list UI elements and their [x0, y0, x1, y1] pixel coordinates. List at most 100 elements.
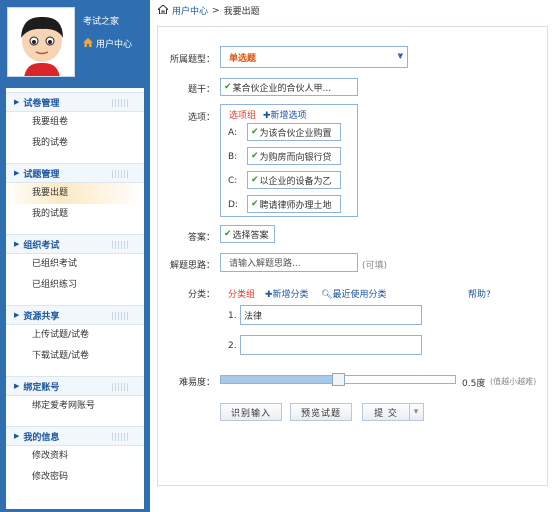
- analysis-placeholder: 请输入解题思路...: [229, 259, 301, 269]
- option-text: 以企业的设备为乙: [259, 176, 332, 187]
- grip-icon: [112, 383, 130, 391]
- category-box: 分类组 ✚新增分类 🔍︎最近使用分类 帮助? 1. 法律 2.: [220, 283, 500, 361]
- menu-section-share: ▶ 资源共享 上传试题/试卷 下载试题/试卷: [6, 305, 144, 367]
- menu-head[interactable]: ▶ 绑定账号: [6, 376, 144, 396]
- menu-head-label: 绑定账号: [23, 382, 60, 393]
- answer-label: 答案：: [187, 233, 215, 243]
- sidebar-item-compose-paper[interactable]: 我要组卷: [6, 112, 144, 133]
- answer-value: 选择答案: [232, 230, 269, 241]
- sidebar-item-bind-account[interactable]: 绑定爱考网账号: [6, 396, 144, 417]
- arrow-right-icon: ▶: [14, 98, 20, 106]
- sidebar-item-download[interactable]: 下载试题/试卷: [6, 346, 144, 367]
- help-link[interactable]: 帮助?: [468, 287, 491, 300]
- difficulty-slider-thumb[interactable]: [332, 373, 345, 386]
- profile-panel: 考试之家 用户中心: [0, 0, 150, 88]
- breadcrumb-current: 我要出题: [223, 7, 260, 17]
- option-letter: B:: [228, 152, 238, 162]
- difficulty-label: 难易度：: [178, 378, 215, 388]
- menu-head-label: 我的信息: [23, 432, 60, 443]
- stem-value: 某合伙企业的合伙人甲...: [232, 83, 332, 94]
- difficulty-slider[interactable]: [220, 373, 456, 386]
- user-center-link[interactable]: 用户中心: [83, 37, 132, 50]
- home-icon: [83, 37, 93, 50]
- options-box: 选项组 ✚新增选项 A: ✔ 为该合伙企业购置 B: ✔ 为购房而向银行贷 C: ✔…: [220, 104, 358, 217]
- breadcrumb-separator: >: [212, 5, 220, 16]
- add-category-label: 新增分类: [272, 290, 309, 300]
- type-select[interactable]: 单选题 ⩔: [220, 46, 408, 68]
- category-input[interactable]: 法律: [240, 305, 422, 325]
- sidebar-item-organized-exams[interactable]: 已组织考试: [6, 254, 144, 275]
- plus-icon: ✚: [265, 290, 273, 300]
- menu-head[interactable]: ▶ 组织考试: [6, 234, 144, 254]
- check-icon: ✔: [224, 82, 232, 92]
- category-input[interactable]: [240, 335, 422, 355]
- grip-icon: [112, 170, 130, 178]
- option-field[interactable]: ✔ 聘请律师办理土地: [247, 195, 341, 213]
- option-text: 为购房而向银行贷: [259, 152, 332, 163]
- grip-icon: [112, 433, 130, 441]
- sidebar-item-create-question[interactable]: 我要出题: [6, 183, 144, 204]
- check-icon: ✔: [251, 127, 259, 137]
- menu-head[interactable]: ▶ 资源共享: [6, 305, 144, 325]
- arrow-right-icon: ▶: [14, 311, 20, 319]
- analysis-input[interactable]: 请输入解题思路...: [220, 253, 358, 272]
- menu-head-label: 组织考试: [23, 240, 60, 251]
- options-label: 选项：: [187, 113, 215, 123]
- option-letter: A:: [228, 128, 238, 138]
- menu-section-info: ▶ 我的信息 修改资料 修改密码: [6, 426, 144, 488]
- recognize-input-button[interactable]: 识别输入: [220, 403, 282, 421]
- menu-section-question: ▶ 试题管理 我要出题 我的试题: [6, 163, 144, 225]
- sidebar-menu: ▶ 试卷管理 我要组卷 我的试卷 ▶ 试题管理 我要出题 我的试题 ▶ 组织考试 已组…: [6, 88, 144, 509]
- grip-icon: [112, 241, 130, 249]
- stem-label: 题干：: [187, 85, 215, 95]
- menu-section-exam: ▶ 组织考试 已组织考试 已组织练习: [6, 234, 144, 296]
- menu-head[interactable]: ▶ 试卷管理: [6, 92, 144, 112]
- check-icon: ✔: [251, 199, 259, 209]
- arrow-right-icon: ▶: [14, 382, 20, 390]
- recent-category-button[interactable]: 🔍︎最近使用分类: [321, 287, 386, 300]
- add-category-button[interactable]: ✚新增分类: [265, 287, 309, 300]
- sidebar-item-my-questions[interactable]: 我的试题: [6, 204, 144, 225]
- breadcrumb-home[interactable]: 用户中心: [172, 4, 208, 17]
- type-select-value: 单选题: [229, 53, 257, 64]
- menu-section-bind: ▶ 绑定账号 绑定爱考网账号: [6, 376, 144, 417]
- sidebar-item-organized-practice[interactable]: 已组织练习: [6, 275, 144, 296]
- add-option-button[interactable]: ✚新增选项: [263, 108, 307, 121]
- sidebar: 考试之家 用户中心 ▶ 试卷管理 我要组卷 我的试卷 ▶ 试题管理 我要出题 我的试…: [0, 0, 150, 512]
- submit-button[interactable]: 提 交: [362, 403, 410, 421]
- analysis-label: 解题思路：: [169, 261, 215, 271]
- check-icon: ✔: [251, 175, 259, 185]
- type-label: 所属题型：: [169, 55, 215, 65]
- home-icon: [156, 3, 170, 17]
- option-field[interactable]: ✔ 为该合伙企业购置: [247, 123, 341, 141]
- answer-select[interactable]: ✔ 选择答案: [220, 225, 275, 243]
- option-text: 为该合伙企业购置: [259, 128, 332, 139]
- chevron-down-icon: ⩔: [397, 51, 403, 61]
- avatar[interactable]: [7, 7, 75, 77]
- options-group-tab[interactable]: 选项组: [229, 108, 256, 121]
- menu-head[interactable]: ▶ 我的信息: [6, 426, 144, 446]
- option-letter: C:: [228, 176, 238, 186]
- preview-question-button[interactable]: 预览试题: [290, 403, 352, 421]
- search-icon: 🔍︎: [321, 290, 333, 300]
- option-field[interactable]: ✔ 以企业的设备为乙: [247, 171, 341, 189]
- option-field[interactable]: ✔ 为购房而向银行贷: [247, 147, 341, 165]
- difficulty-hint: (值越小越难): [490, 377, 537, 386]
- sidebar-item-upload[interactable]: 上传试题/试卷: [6, 325, 144, 346]
- sidebar-item-my-papers[interactable]: 我的试卷: [6, 133, 144, 154]
- stem-field[interactable]: ✔ 某合伙企业的合伙人甲...: [220, 78, 358, 96]
- add-option-label: 新增选项: [270, 111, 307, 121]
- check-icon: ✔: [224, 229, 232, 239]
- check-icon: ✔: [251, 151, 259, 161]
- sidebar-item-change-password[interactable]: 修改密码: [6, 467, 144, 488]
- category-value: 法律: [244, 311, 263, 322]
- category-number: 1.: [228, 311, 237, 321]
- menu-section-paper: ▶ 试卷管理 我要组卷 我的试卷: [6, 92, 144, 154]
- category-group-tab[interactable]: 分类组: [228, 287, 255, 300]
- sidebar-item-edit-profile[interactable]: 修改资料: [6, 446, 144, 467]
- plus-icon: ✚: [263, 111, 271, 121]
- analysis-optional-note: (可填): [362, 261, 388, 271]
- menu-head[interactable]: ▶ 试题管理: [6, 163, 144, 183]
- arrow-right-icon: ▶: [14, 432, 20, 440]
- submit-menu-button[interactable]: ▾: [409, 403, 424, 421]
